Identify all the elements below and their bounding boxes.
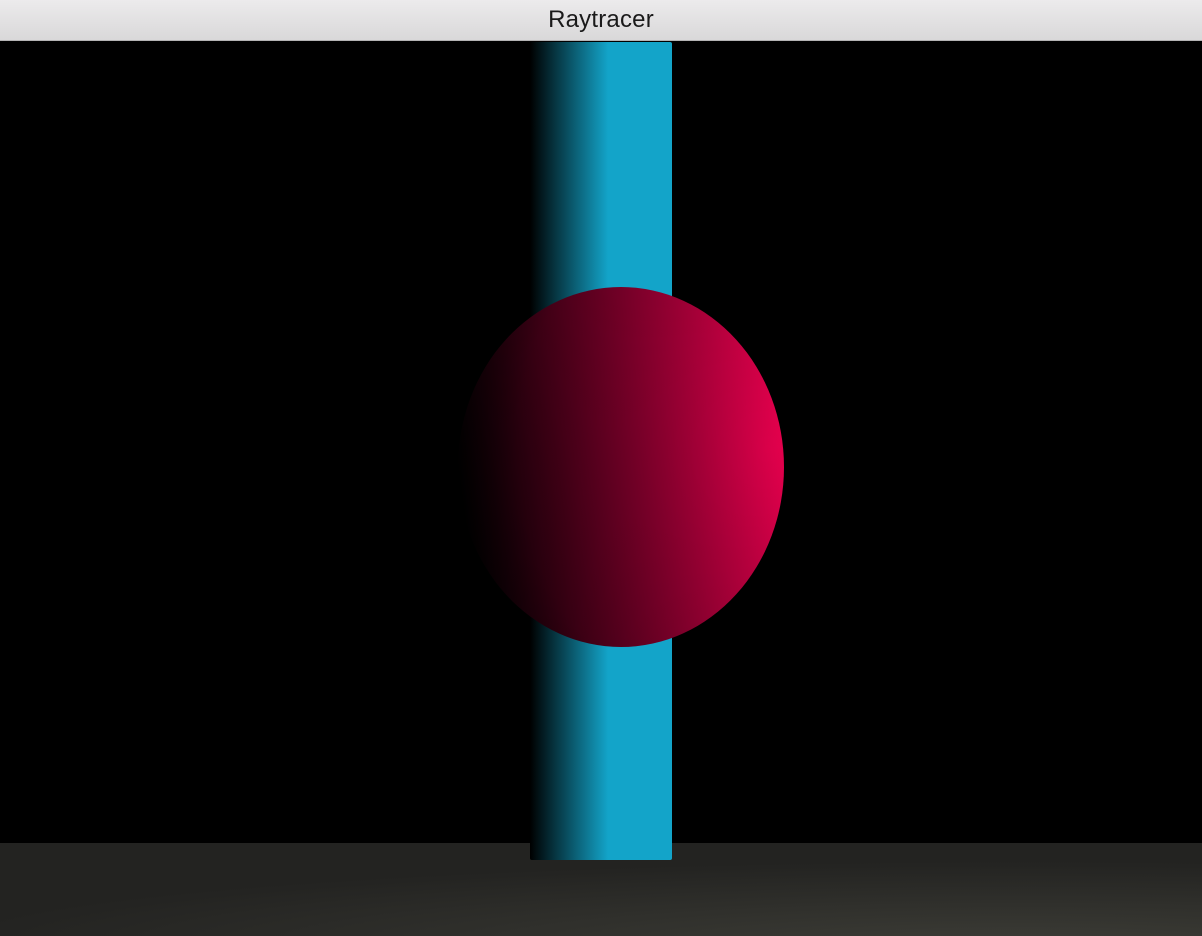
raytracer-window: Raytracer xyxy=(0,0,1202,936)
rendered-scene xyxy=(0,42,1202,936)
sphere xyxy=(458,287,784,647)
window-title: Raytracer xyxy=(548,6,654,33)
render-viewport xyxy=(0,42,1202,936)
title-bar[interactable]: Raytracer xyxy=(0,0,1202,41)
